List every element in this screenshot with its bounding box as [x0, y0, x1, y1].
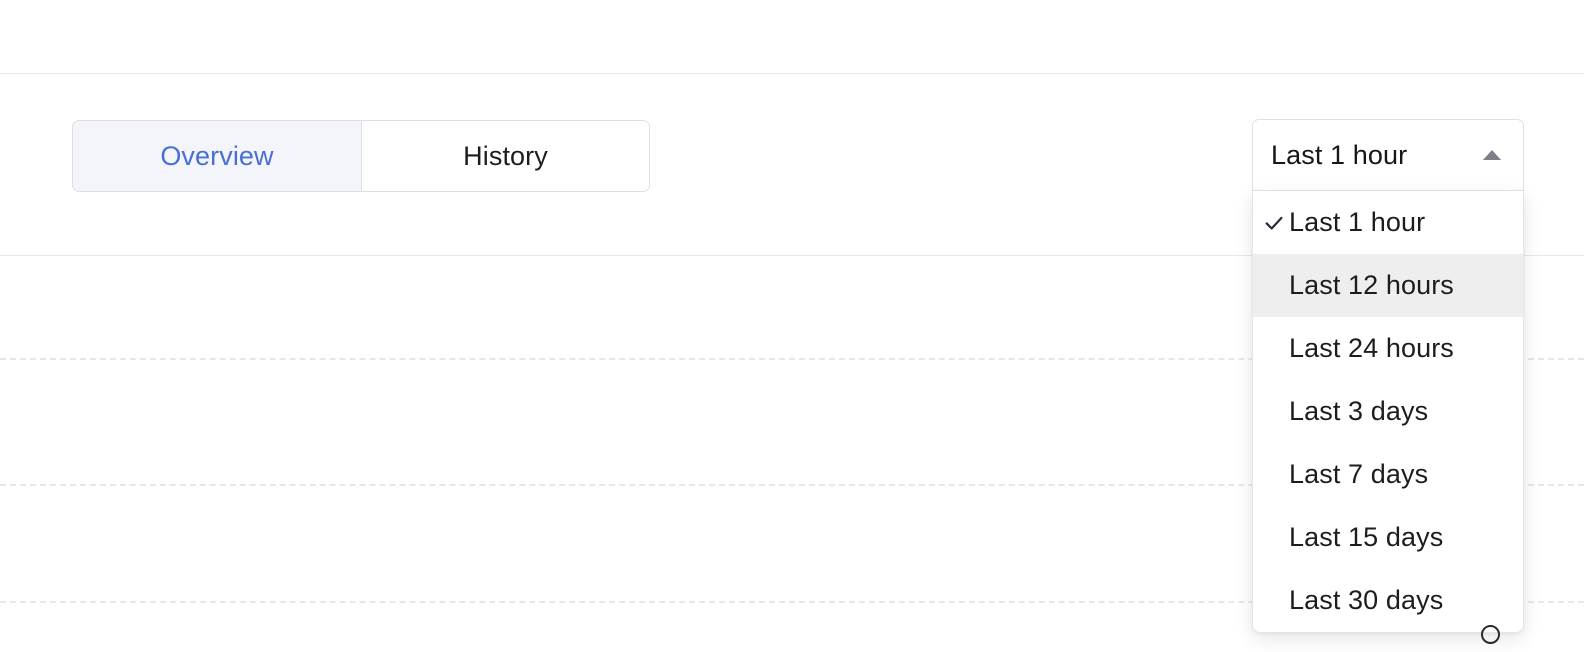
chart-point-marker[interactable]: [1481, 625, 1500, 644]
time-range-option-label: Last 1 hour: [1289, 207, 1426, 237]
time-range-option[interactable]: Last 15 days: [1253, 506, 1523, 569]
time-range-option-label: Last 15 days: [1289, 522, 1444, 552]
time-range-option[interactable]: Last 30 days: [1253, 569, 1523, 632]
time-range-option[interactable]: Last 7 days: [1253, 443, 1523, 506]
time-range-option-label: Last 30 days: [1289, 585, 1444, 615]
time-range-option-label: Last 24 hours: [1289, 333, 1454, 363]
time-range-option[interactable]: Last 3 days: [1253, 380, 1523, 443]
app-root: Overview History Last 1 hour Last 1 hour…: [0, 0, 1584, 652]
time-range-option-label: Last 12 hours: [1289, 270, 1454, 300]
tab-history-label: History: [463, 140, 548, 171]
time-range-option[interactable]: Last 1 hour: [1253, 191, 1523, 254]
time-range-option-label: Last 3 days: [1289, 396, 1429, 426]
check-icon: [1265, 216, 1283, 230]
tab-group: Overview History: [72, 120, 650, 192]
time-range-menu: Last 1 hour Last 12 hours Last 24 hours …: [1252, 191, 1524, 633]
time-range-trigger[interactable]: Last 1 hour: [1252, 119, 1524, 191]
header-divider: [0, 73, 1584, 74]
caret-up-icon[interactable]: [1483, 150, 1501, 160]
tab-overview-label: Overview: [160, 140, 274, 171]
time-range-select: Last 1 hour Last 1 hour Last 12 hours La…: [1252, 119, 1524, 633]
tab-overview[interactable]: Overview: [73, 121, 361, 191]
time-range-option[interactable]: Last 12 hours: [1253, 254, 1523, 317]
time-range-option-label: Last 7 days: [1289, 459, 1429, 489]
time-range-option[interactable]: Last 24 hours: [1253, 317, 1523, 380]
time-range-selected-value: Last 1 hour: [1271, 139, 1408, 170]
tab-history[interactable]: History: [361, 121, 649, 191]
